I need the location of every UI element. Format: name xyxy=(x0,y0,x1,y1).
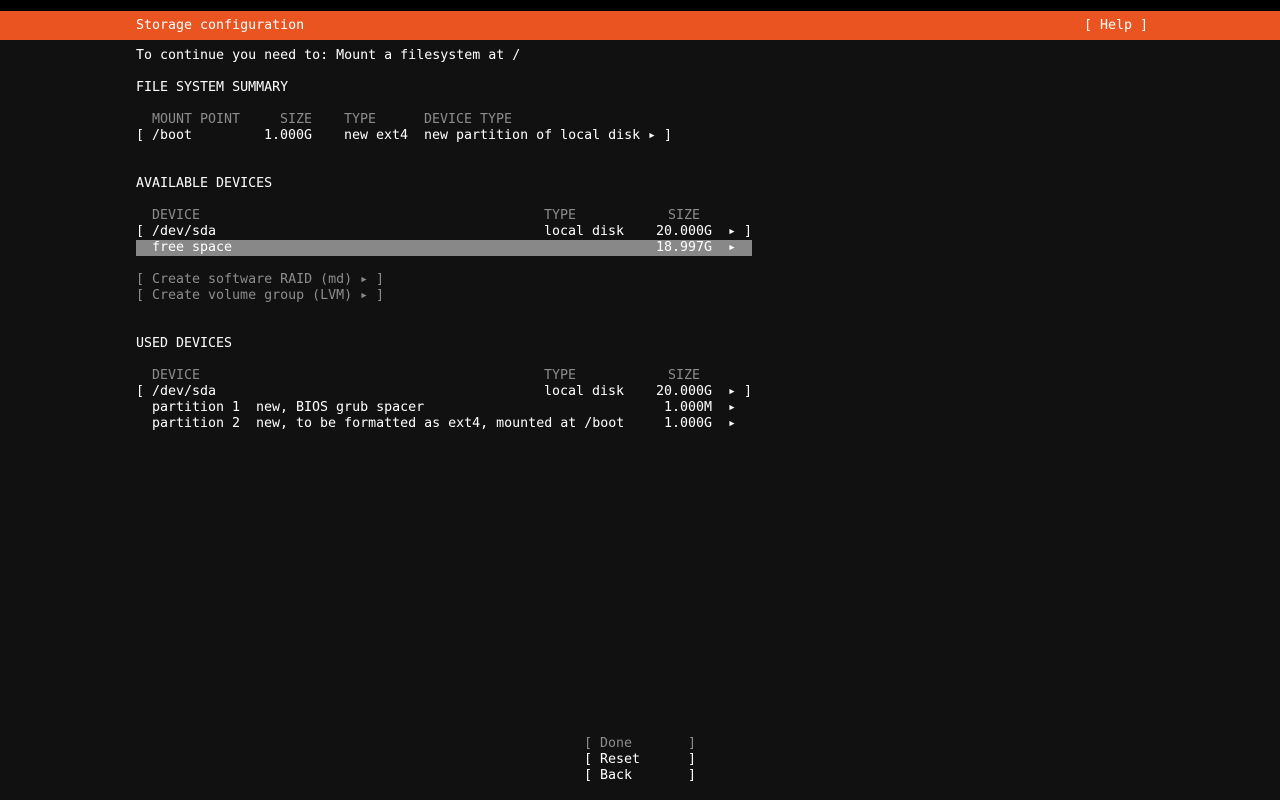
bracket-open: [ xyxy=(584,768,592,784)
cell-partition-name: partition 2 xyxy=(152,416,240,432)
back-button-label: Back xyxy=(600,768,632,784)
help-button[interactable]: [ Help ] xyxy=(1084,11,1148,40)
expand-arrow-icon: ▸ xyxy=(728,224,736,240)
cell-partition-desc: new, to be formatted as ext4, mounted at… xyxy=(256,416,624,432)
column-header-type: TYPE xyxy=(544,208,576,224)
cell-size: 20.000G xyxy=(632,224,712,240)
create-software-raid-label: Create software RAID (md) xyxy=(152,272,352,288)
filesystem-row-boot[interactable]: [ /boot 1.000G new ext4 new partition of… xyxy=(0,128,1280,144)
cell-type: new ext4 xyxy=(344,128,408,144)
cell-device: /dev/sda xyxy=(152,384,216,400)
cell-partition-name: partition 1 xyxy=(152,400,240,416)
page-title: Storage configuration xyxy=(136,11,304,40)
column-header-type: TYPE xyxy=(544,368,576,384)
bracket-close: ] xyxy=(376,288,384,304)
bracket-open: [ xyxy=(584,736,592,752)
notice-line: To continue you need to: Mount a filesys… xyxy=(0,48,1280,64)
file-system-summary-header-row: MOUNT POINT SIZE TYPE DEVICE TYPE xyxy=(0,112,1280,128)
bracket-close: ] xyxy=(688,736,696,752)
available-devices-section: AVAILABLE DEVICES xyxy=(0,176,1280,192)
cell-device-type: new partition of local disk xyxy=(424,128,640,144)
bracket-close: ] xyxy=(376,272,384,288)
create-volume-group-button[interactable]: [ Create volume group (LVM) ▸ ] xyxy=(0,288,1280,304)
cell-mount-point: /boot xyxy=(152,128,192,144)
file-system-summary-section: FILE SYSTEM SUMMARY xyxy=(0,80,1280,96)
cell-size: 1.000G xyxy=(252,128,312,144)
cell-size: 1.000M xyxy=(632,400,712,416)
cell-device: free space xyxy=(152,240,232,256)
bracket-open: [ xyxy=(136,224,144,240)
cell-type: local disk xyxy=(544,224,624,240)
bracket-open: [ xyxy=(136,288,144,304)
bracket-close: ] xyxy=(688,752,696,768)
column-header-size: SIZE xyxy=(668,208,700,224)
column-header-size: SIZE xyxy=(280,112,312,128)
column-header-type: TYPE xyxy=(344,112,376,128)
expand-arrow-icon: ▸ xyxy=(728,416,736,432)
create-software-raid-button[interactable]: [ Create software RAID (md) ▸ ] xyxy=(0,272,1280,288)
notice-text: To continue you need to: Mount a filesys… xyxy=(136,48,520,64)
cell-size: 20.000G xyxy=(632,384,712,400)
device-row-sda[interactable]: [ /dev/sda local disk 20.000G ▸ ] xyxy=(0,224,1280,240)
cell-size: 18.997G xyxy=(592,240,712,256)
column-header-mount-point: MOUNT POINT xyxy=(152,112,240,128)
done-button[interactable]: [ Done ] xyxy=(584,736,696,752)
expand-arrow-icon: ▸ xyxy=(728,400,736,416)
bracket-close: ] xyxy=(688,768,696,784)
used-devices-header-row: DEVICE TYPE SIZE xyxy=(0,368,1280,384)
reset-button[interactable]: [ Reset ] xyxy=(584,752,696,768)
back-button[interactable]: [ Back ] xyxy=(584,768,696,784)
section-title-file-system-summary: FILE SYSTEM SUMMARY xyxy=(136,80,288,96)
section-title-used-devices: USED DEVICES xyxy=(136,336,232,352)
bracket-open: [ xyxy=(136,128,144,144)
cell-type: local disk xyxy=(544,384,624,400)
title-bar: Storage configuration [ Help ] xyxy=(0,11,1280,40)
available-devices-header-row: DEVICE TYPE SIZE xyxy=(0,208,1280,224)
cell-device: /dev/sda xyxy=(152,224,216,240)
device-row-free-space-selected[interactable]: free space 18.997G ▸ xyxy=(136,240,752,256)
done-button-label: Done xyxy=(600,736,632,752)
expand-arrow-icon: ▸ xyxy=(728,384,736,400)
expand-arrow-icon: ▸ xyxy=(648,128,656,144)
create-volume-group-label: Create volume group (LVM) xyxy=(152,288,352,304)
used-devices-section: USED DEVICES xyxy=(0,336,1280,352)
expand-arrow-icon: ▸ xyxy=(360,288,368,304)
screen-top-strip xyxy=(0,0,1280,11)
cell-partition-desc: new, BIOS grub spacer xyxy=(256,400,424,416)
partition-row-2[interactable]: partition 2 new, to be formatted as ext4… xyxy=(0,416,1280,432)
section-title-available-devices: AVAILABLE DEVICES xyxy=(136,176,272,192)
bracket-close: ] xyxy=(664,128,672,144)
column-header-device: DEVICE xyxy=(152,208,200,224)
bracket-open: [ xyxy=(136,384,144,400)
reset-button-label: Reset xyxy=(600,752,640,768)
column-header-device-type: DEVICE TYPE xyxy=(424,112,512,128)
used-device-row-sda[interactable]: [ /dev/sda local disk 20.000G ▸ ] xyxy=(0,384,1280,400)
cell-size: 1.000G xyxy=(632,416,712,432)
expand-arrow-icon: ▸ xyxy=(360,272,368,288)
bracket-open: [ xyxy=(584,752,592,768)
expand-arrow-icon: ▸ xyxy=(728,240,736,256)
column-header-size: SIZE xyxy=(668,368,700,384)
bracket-close: ] xyxy=(744,384,752,400)
bracket-open: [ xyxy=(136,272,144,288)
bracket-close: ] xyxy=(744,224,752,240)
column-header-device: DEVICE xyxy=(152,368,200,384)
partition-row-1[interactable]: partition 1 new, BIOS grub spacer 1.000M… xyxy=(0,400,1280,416)
